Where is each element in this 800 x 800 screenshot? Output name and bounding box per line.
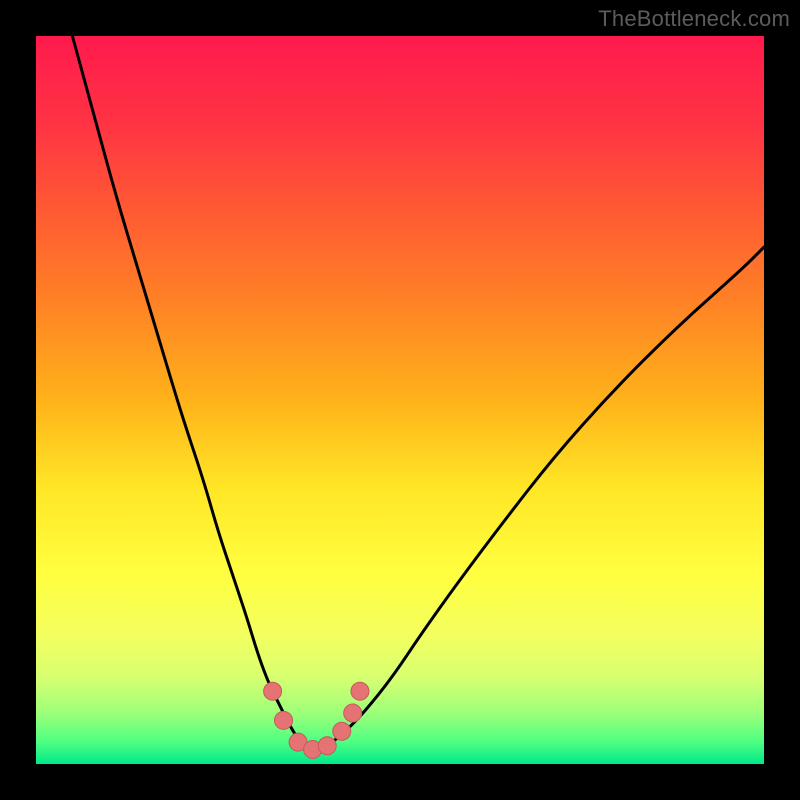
marker-point <box>333 722 351 740</box>
marker-point <box>264 682 282 700</box>
watermark-text: TheBottleneck.com <box>598 6 790 32</box>
marker-point <box>318 737 336 755</box>
marker-point <box>351 682 369 700</box>
marker-point <box>344 704 362 722</box>
bottleneck-curve <box>72 36 764 749</box>
outer-frame: TheBottleneck.com <box>0 0 800 800</box>
chart-svg <box>36 36 764 764</box>
chart-plot-area <box>36 36 764 764</box>
marker-point <box>275 711 293 729</box>
